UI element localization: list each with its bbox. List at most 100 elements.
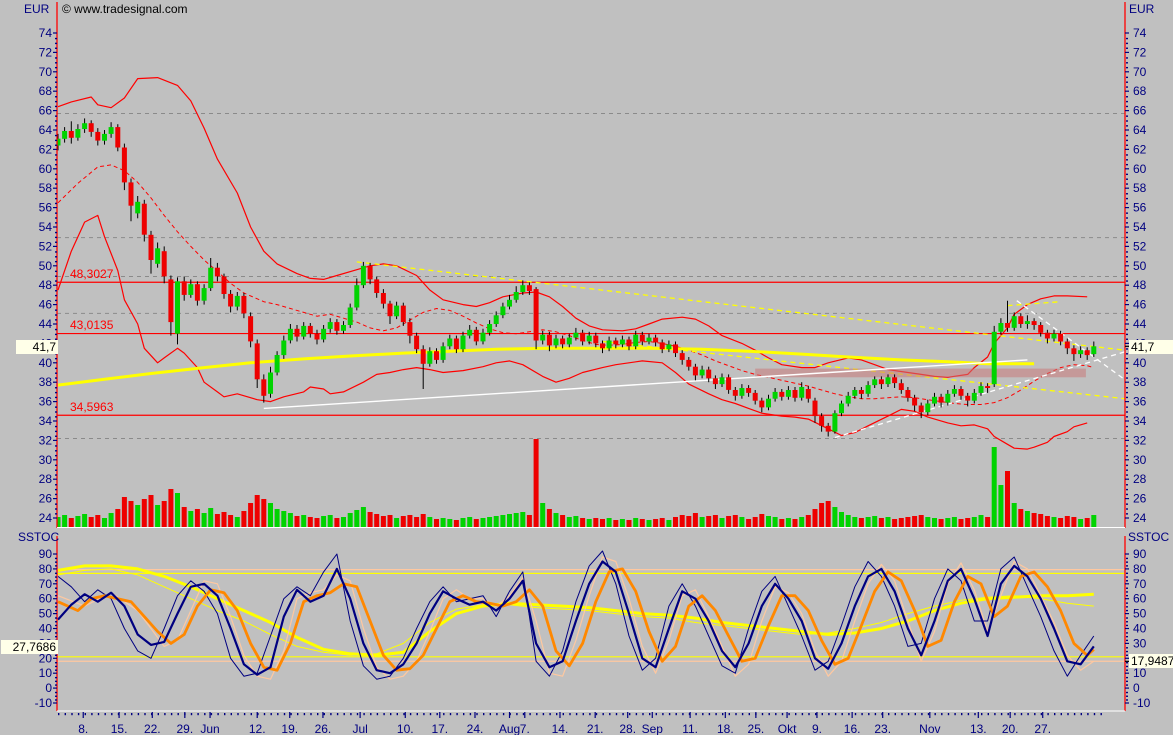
- svg-text:46: 46: [39, 298, 53, 312]
- svg-text:24: 24: [1133, 511, 1147, 525]
- svg-text:26.: 26.: [315, 722, 332, 735]
- svg-text:36: 36: [39, 395, 53, 409]
- svg-text:72: 72: [1133, 45, 1147, 59]
- price-axis-unit-right: EUR: [1129, 2, 1154, 16]
- svg-text:30: 30: [1133, 636, 1147, 650]
- svg-text:62: 62: [1133, 142, 1147, 156]
- svg-text:24.: 24.: [467, 722, 484, 735]
- svg-text:21.: 21.: [587, 722, 604, 735]
- level-label-43: 43,0135: [70, 318, 113, 332]
- svg-text:60: 60: [1133, 162, 1147, 176]
- sstoc-title-left: SSTOC: [18, 530, 59, 544]
- svg-text:44: 44: [1133, 317, 1147, 331]
- svg-text:46: 46: [1133, 298, 1147, 312]
- svg-text:30: 30: [39, 453, 53, 467]
- svg-text:64: 64: [39, 123, 53, 137]
- svg-text:40: 40: [1133, 356, 1147, 370]
- svg-text:80: 80: [39, 562, 53, 576]
- svg-text:52: 52: [1133, 239, 1147, 253]
- svg-text:9.: 9.: [812, 722, 822, 735]
- svg-text:0: 0: [45, 681, 52, 695]
- svg-text:7.: 7.: [520, 722, 530, 735]
- svg-text:10: 10: [1133, 666, 1147, 680]
- svg-text:60: 60: [1133, 592, 1147, 606]
- svg-text:14.: 14.: [552, 722, 569, 735]
- svg-text:74: 74: [1133, 26, 1147, 40]
- svg-text:30: 30: [1133, 453, 1147, 467]
- svg-text:Nov: Nov: [919, 722, 940, 735]
- svg-text:Aug: Aug: [499, 722, 520, 735]
- svg-text:15.: 15.: [111, 722, 128, 735]
- svg-text:70: 70: [1133, 65, 1147, 79]
- level-label-34: 34,5963: [70, 400, 113, 414]
- svg-text:23.: 23.: [874, 722, 891, 735]
- svg-text:64: 64: [1133, 123, 1147, 137]
- svg-text:8.: 8.: [78, 722, 88, 735]
- svg-text:19.: 19.: [281, 722, 298, 735]
- tradesignal-chart-window: 2424262628283030323234343636383840404242…: [0, 0, 1173, 735]
- svg-text:38: 38: [39, 375, 53, 389]
- svg-text:44: 44: [39, 317, 53, 331]
- svg-text:12.: 12.: [249, 722, 266, 735]
- svg-text:25.: 25.: [748, 722, 765, 735]
- svg-text:20.: 20.: [1002, 722, 1019, 735]
- svg-text:70: 70: [39, 65, 53, 79]
- sstoc-value-box-left: 27,7686: [1, 640, 58, 654]
- svg-text:22.: 22.: [144, 722, 161, 735]
- volume-bars: [56, 439, 1097, 527]
- svg-text:29.: 29.: [176, 722, 193, 735]
- svg-text:13.: 13.: [970, 722, 987, 735]
- svg-text:62: 62: [39, 142, 53, 156]
- svg-text:28: 28: [39, 472, 53, 486]
- svg-text:66: 66: [1133, 104, 1147, 118]
- svg-text:68: 68: [1133, 84, 1147, 98]
- svg-text:32: 32: [1133, 433, 1147, 447]
- svg-text:10.: 10.: [397, 722, 414, 735]
- svg-text:54: 54: [1133, 220, 1147, 234]
- svg-text:11.: 11.: [682, 722, 698, 735]
- svg-text:Sep: Sep: [642, 722, 664, 735]
- chart-canvas[interactable]: 2424262628283030323234343636383840404242…: [0, 0, 1173, 735]
- svg-text:90: 90: [1133, 547, 1147, 561]
- level-label-48: 48,3027: [70, 267, 113, 281]
- panel-borders: [57, 2, 1125, 711]
- svg-text:10: 10: [39, 666, 53, 680]
- svg-text:24: 24: [39, 511, 53, 525]
- svg-text:56: 56: [1133, 201, 1147, 215]
- svg-text:70: 70: [39, 577, 53, 591]
- svg-text:90: 90: [39, 547, 53, 561]
- svg-text:54: 54: [39, 220, 53, 234]
- svg-text:50: 50: [1133, 259, 1147, 273]
- svg-text:56: 56: [39, 201, 53, 215]
- svg-text:58: 58: [1133, 181, 1147, 195]
- svg-text:32: 32: [39, 433, 53, 447]
- svg-text:40: 40: [39, 622, 53, 636]
- svg-text:-10: -10: [1133, 696, 1151, 710]
- svg-text:70: 70: [1133, 577, 1147, 591]
- svg-text:38: 38: [1133, 375, 1147, 389]
- svg-text:Jun: Jun: [200, 722, 219, 735]
- svg-text:26: 26: [1133, 492, 1147, 506]
- svg-text:Okt: Okt: [778, 722, 797, 735]
- svg-text:58: 58: [39, 181, 53, 195]
- svg-text:34: 34: [1133, 414, 1147, 428]
- svg-text:52: 52: [39, 239, 53, 253]
- svg-text:26: 26: [39, 492, 53, 506]
- svg-text:0: 0: [1133, 681, 1140, 695]
- svg-text:16.: 16.: [844, 722, 861, 735]
- svg-text:60: 60: [39, 592, 53, 606]
- svg-text:74: 74: [39, 26, 53, 40]
- svg-text:-10: -10: [35, 696, 53, 710]
- svg-text:36: 36: [1133, 395, 1147, 409]
- price-plot: [56, 78, 1134, 527]
- svg-text:28: 28: [1133, 472, 1147, 486]
- last-price-box-right: 41,7: [1129, 340, 1173, 354]
- svg-text:68: 68: [39, 84, 53, 98]
- svg-text:40: 40: [1133, 622, 1147, 636]
- price-axis-unit-left: EUR: [24, 2, 49, 16]
- svg-text:50: 50: [39, 607, 53, 621]
- sstoc-title-right: SSTOC: [1128, 530, 1169, 544]
- svg-text:60: 60: [39, 162, 53, 176]
- svg-text:50: 50: [1133, 607, 1147, 621]
- svg-text:72: 72: [39, 45, 53, 59]
